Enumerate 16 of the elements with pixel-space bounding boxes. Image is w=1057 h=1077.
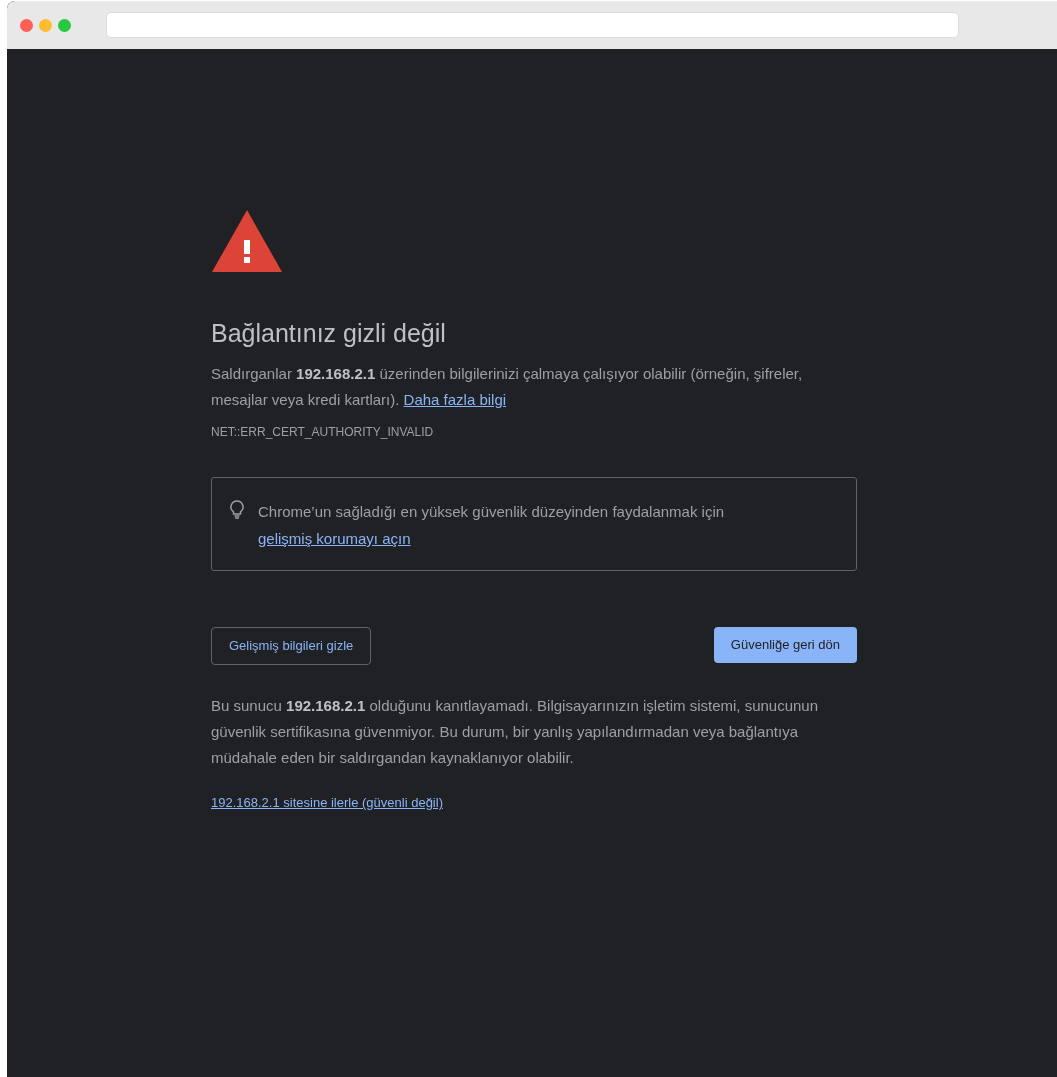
primary-button[interactable]: Güvenliğe geri dön	[713, 627, 857, 663]
lightbulb-icon	[230, 500, 244, 520]
minimize-button[interactable]	[39, 18, 52, 32]
tip-text: Chrome’un sağladığı en yüksek güvenlik düzeyinden faydalanmak için gelişmiş korumayı açın	[258, 502, 726, 549]
link[interactable]: gelişmiş korumayı açın	[258, 530, 411, 547]
page-heading: Bağlantınız gizli değil	[211, 318, 447, 349]
warning-icon	[211, 209, 283, 273]
address-bar[interactable]	[106, 12, 959, 38]
link[interactable]: Daha fazla bilgi	[403, 391, 507, 408]
warning-text: Saldırganlar 192.168.2.1 üzerinden bilgilerinizi çalmaya çalışıyor olabilir (örneğin, şifreler, mesajlar veya kredi kartları). Daha fazla bilgi	[211, 364, 804, 410]
zoom-button[interactable]	[58, 18, 71, 32]
details-text: Bu sunucu 192.168.2.1 olduğunu kanıtlayamadı. Bilgisayarınızın işletim sistemi, sunucunun güvenlik sertifikasına güvenmiyor. Bu durum, bir yanlış yapılandırmadan veya bağlantıya müdahale eden bir saldırgandan kaynaklanıyor olabilir.	[211, 696, 820, 768]
secondary-button[interactable]: Gelişmiş bilgileri gizle	[211, 627, 372, 665]
close-button[interactable]	[20, 18, 33, 32]
proceed-link[interactable]: 192.168.2.1 sitesine ilerle (güvenli değil)	[211, 793, 443, 813]
error-code: NET::ERR_CERT_AUTHORITY_INVALID	[211, 424, 435, 441]
